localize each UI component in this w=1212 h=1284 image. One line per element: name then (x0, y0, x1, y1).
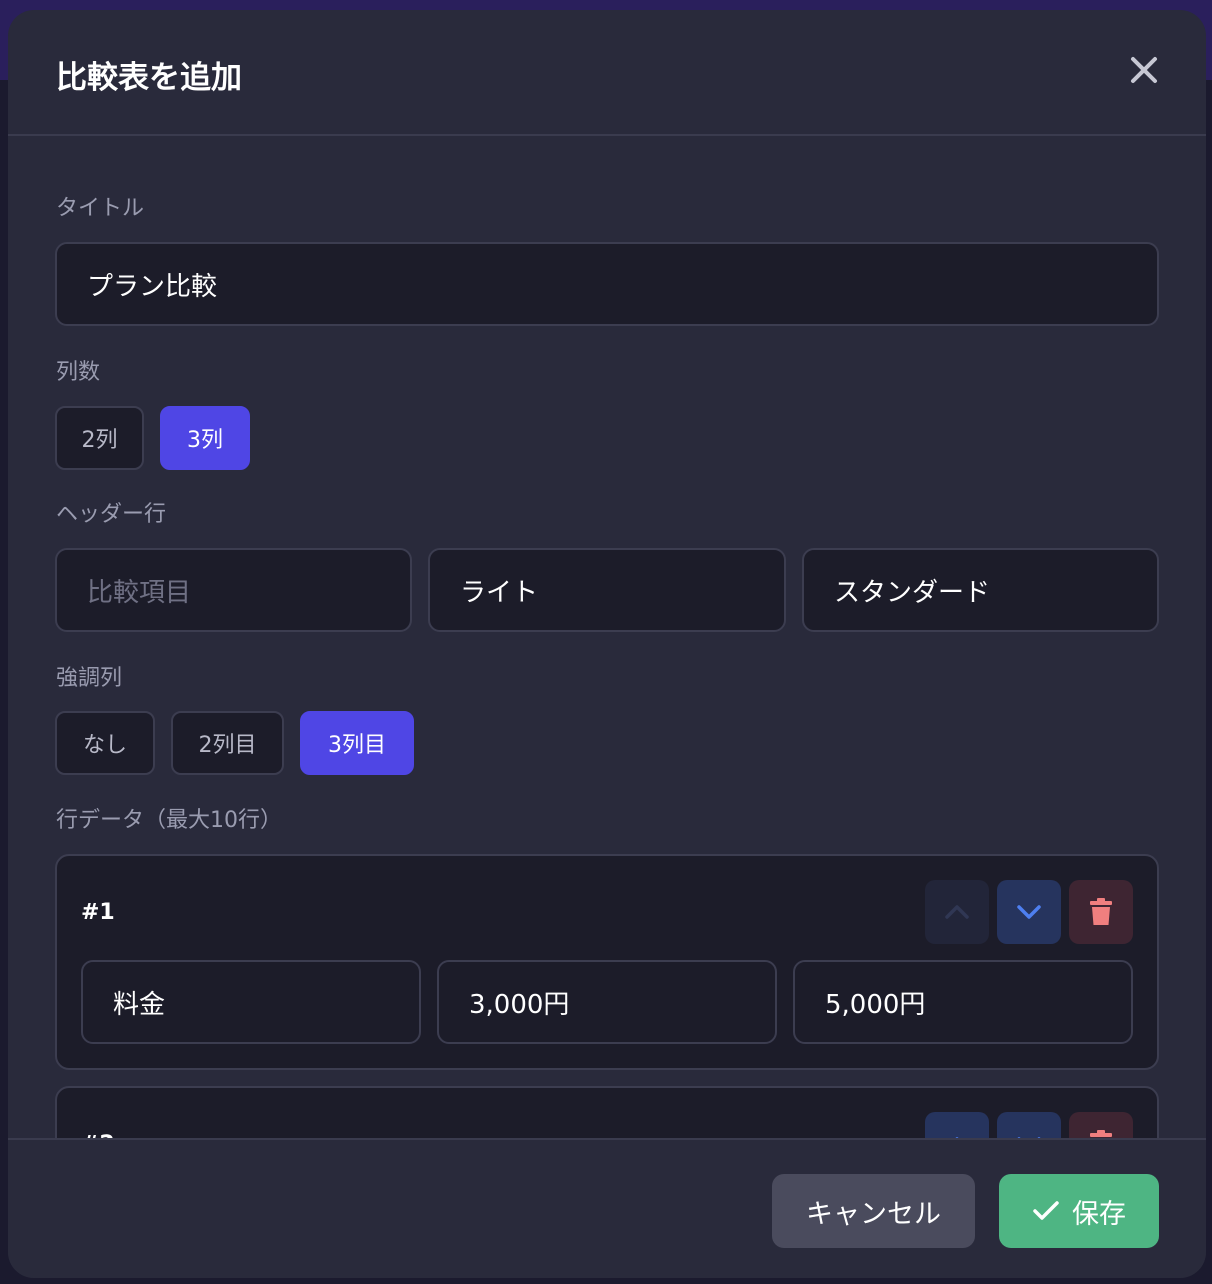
chevron-up-icon (955, 1137, 959, 1138)
highlight-option-none[interactable]: なし (55, 711, 155, 775)
modal-header: 比較表を追加 (8, 10, 1206, 136)
close-icon (1131, 57, 1157, 83)
move-down-button[interactable] (997, 1112, 1061, 1138)
delete-row-button[interactable] (1069, 1112, 1133, 1138)
trash-icon (1090, 1130, 1112, 1137)
row-number: #1 (81, 900, 115, 925)
save-button[interactable]: 保存 (999, 1174, 1159, 1248)
header-row-label: ヘッダー行 (56, 502, 167, 527)
row-data-label: 行データ（最大10行） (56, 808, 282, 833)
header-input-3[interactable]: スタンダード (802, 548, 1159, 632)
columns-label: 列数 (56, 360, 101, 385)
highlight-option-2[interactable]: 2列目 (171, 711, 284, 775)
chevron-up-icon (945, 905, 969, 919)
add-comparison-table-modal: 比較表を追加 タイトル プラン比較 列数 2列 3列 ヘッダー行 比較項目 ライ… (8, 10, 1206, 1278)
title-input[interactable]: プラン比較 (55, 242, 1159, 326)
header-input-1[interactable]: 比較項目 (55, 548, 412, 632)
title-label: タイトル (56, 196, 145, 221)
column-option-2[interactable]: 2列 (55, 406, 144, 470)
row-cell-input[interactable]: 5,000円 (793, 960, 1133, 1044)
column-option-3[interactable]: 3列 (160, 406, 250, 470)
check-icon (1033, 1201, 1059, 1220)
delete-row-button[interactable] (1069, 880, 1133, 944)
move-up-button[interactable] (925, 880, 989, 944)
modal-body: タイトル プラン比較 列数 2列 3列 ヘッダー行 比較項目 ライト スタンダー… (8, 138, 1206, 1138)
row-cell-input[interactable]: 3,000円 (437, 960, 777, 1044)
highlight-option-3[interactable]: 3列目 (300, 711, 414, 775)
move-up-button[interactable] (925, 1112, 989, 1138)
save-button-label: 保存 (1072, 1198, 1126, 1230)
trash-icon (1090, 898, 1112, 925)
modal-title: 比較表を追加 (56, 60, 242, 96)
header-input-2[interactable]: ライト (428, 548, 786, 632)
close-button[interactable] (1124, 50, 1164, 90)
row-card: #1 料金 3,000円 5,000円 (55, 854, 1159, 1070)
row-card: #2 (55, 1086, 1159, 1138)
chevron-down-icon (1017, 1137, 1041, 1138)
modal-footer: キャンセル 保存 (8, 1138, 1206, 1278)
cancel-button[interactable]: キャンセル (772, 1174, 975, 1248)
chevron-down-icon (1017, 905, 1041, 919)
move-down-button[interactable] (997, 880, 1061, 944)
highlight-column-label: 強調列 (56, 666, 123, 691)
row-cell-input[interactable]: 料金 (81, 960, 421, 1044)
